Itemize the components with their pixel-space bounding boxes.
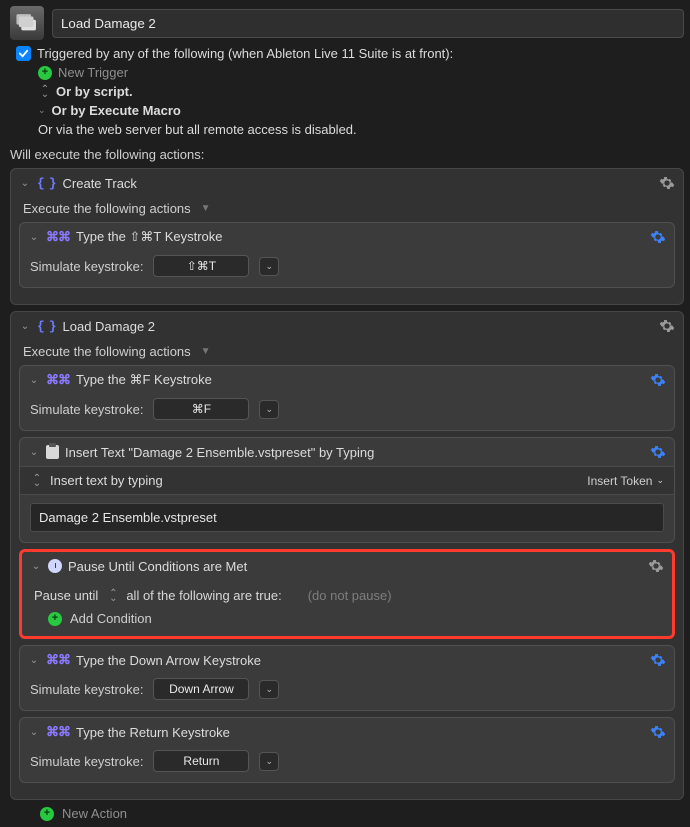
pause-hint: (do not pause): [308, 588, 392, 603]
gear-icon[interactable]: [648, 558, 664, 574]
keystroke-field[interactable]: Down Arrow: [153, 678, 249, 700]
action-type-keystroke: ⌄ ⌘⌘ Type the Down Arrow Keystroke Simul…: [19, 645, 675, 711]
group-create-track: ⌄ { } Create Track Execute the following…: [10, 168, 684, 305]
trigger-label: Triggered by any of the following (when …: [37, 46, 453, 61]
braces-icon: { }: [37, 319, 57, 334]
gear-icon[interactable]: [650, 372, 666, 388]
group-title: Create Track: [63, 176, 137, 191]
action-title: Type the Return Keystroke: [76, 725, 230, 740]
action-type-keystroke: ⌄ ⌘⌘ Type the ⇧⌘T Keystroke Simulate key…: [19, 222, 675, 288]
action-title: Type the ⇧⌘T Keystroke: [76, 229, 223, 245]
updown-icon[interactable]: [38, 87, 50, 97]
simulate-label: Simulate keystroke:: [30, 754, 143, 769]
command-icon: ⌘⌘: [46, 373, 70, 388]
simulate-label: Simulate keystroke:: [30, 259, 143, 274]
group-title: Load Damage 2: [63, 319, 156, 334]
action-title: Type the Down Arrow Keystroke: [76, 653, 261, 668]
keystroke-menu[interactable]: ⌄: [259, 400, 279, 419]
braces-icon: { }: [37, 176, 57, 191]
gear-icon[interactable]: [650, 724, 666, 740]
keystroke-field[interactable]: ⇧⌘T: [153, 255, 249, 277]
simulate-label: Simulate keystroke:: [30, 682, 143, 697]
keystroke-field[interactable]: ⌘F: [153, 398, 249, 420]
triangle-down-icon[interactable]: ▼: [201, 203, 211, 214]
updown-icon[interactable]: [30, 476, 42, 486]
gear-icon[interactable]: [650, 652, 666, 668]
gear-icon[interactable]: [650, 444, 666, 460]
gear-icon[interactable]: [650, 229, 666, 245]
chevron-down-icon[interactable]: ⌄: [28, 447, 40, 458]
new-trigger-label: New Trigger: [58, 65, 128, 80]
gear-icon[interactable]: [659, 318, 675, 334]
group-load-damage-2: ⌄ { } Load Damage 2 Execute the followin…: [10, 311, 684, 800]
all-true-label: all of the following are true:: [126, 588, 281, 603]
triangle-down-icon[interactable]: ▼: [201, 346, 211, 357]
action-title: Pause Until Conditions are Met: [68, 559, 247, 574]
add-trigger-icon[interactable]: [38, 66, 52, 80]
insert-text-input[interactable]: Damage 2 Ensemble.vstpreset: [30, 503, 664, 532]
keystroke-menu[interactable]: ⌄: [259, 257, 279, 276]
keystroke-menu[interactable]: ⌄: [259, 752, 279, 771]
caret-down-icon[interactable]: ⌄: [38, 105, 46, 116]
chevron-down-icon[interactable]: ⌄: [28, 232, 40, 243]
or-web-label: Or via the web server but all remote acc…: [38, 122, 357, 137]
new-action-label: New Action: [62, 806, 127, 821]
will-execute-label: Will execute the following actions:: [10, 147, 684, 162]
action-type-keystroke: ⌄ ⌘⌘ Type the Return Keystroke Simulate …: [19, 717, 675, 783]
chevron-down-icon[interactable]: ⌄: [19, 178, 31, 189]
chevron-down-icon[interactable]: ⌄: [28, 375, 40, 386]
keystroke-field[interactable]: Return: [153, 750, 249, 772]
chevron-down-icon[interactable]: ⌄: [30, 561, 42, 572]
action-title: Type the ⌘F Keystroke: [76, 372, 212, 388]
add-condition-label: Add Condition: [70, 611, 152, 626]
clipboard-icon: [46, 445, 59, 459]
clock-icon: [48, 559, 62, 573]
exec-following-label: Execute the following actions: [23, 201, 191, 216]
macro-title-input[interactable]: [52, 9, 684, 38]
updown-icon[interactable]: [106, 591, 118, 601]
macro-app-icon: [10, 6, 44, 40]
command-icon: ⌘⌘: [46, 653, 70, 668]
chevron-down-icon[interactable]: ⌄: [28, 655, 40, 666]
command-icon: ⌘⌘: [46, 230, 70, 245]
simulate-label: Simulate keystroke:: [30, 402, 143, 417]
gear-icon[interactable]: [659, 175, 675, 191]
or-macro-label: Or by Execute Macro: [52, 103, 181, 118]
keystroke-menu[interactable]: ⌄: [259, 680, 279, 699]
exec-following-label: Execute the following actions: [23, 344, 191, 359]
action-title: Insert Text "Damage 2 Ensemble.vstpreset…: [65, 445, 374, 460]
or-script-label: Or by script.: [56, 84, 133, 99]
action-pause-until: ⌄ Pause Until Conditions are Met Pause u…: [19, 549, 675, 639]
insert-token-button[interactable]: Insert Token⌄: [587, 474, 664, 488]
action-type-keystroke: ⌄ ⌘⌘ Type the ⌘F Keystroke Simulate keys…: [19, 365, 675, 431]
chevron-down-icon[interactable]: ⌄: [19, 321, 31, 332]
command-icon: ⌘⌘: [46, 725, 70, 740]
triggered-checkbox[interactable]: [16, 46, 31, 61]
insert-mode-label: Insert text by typing: [50, 473, 163, 488]
pause-until-label: Pause until: [34, 588, 98, 603]
add-action-icon[interactable]: [40, 807, 54, 821]
action-insert-text: ⌄ Insert Text "Damage 2 Ensemble.vstpres…: [19, 437, 675, 543]
add-condition-icon[interactable]: [48, 612, 62, 626]
